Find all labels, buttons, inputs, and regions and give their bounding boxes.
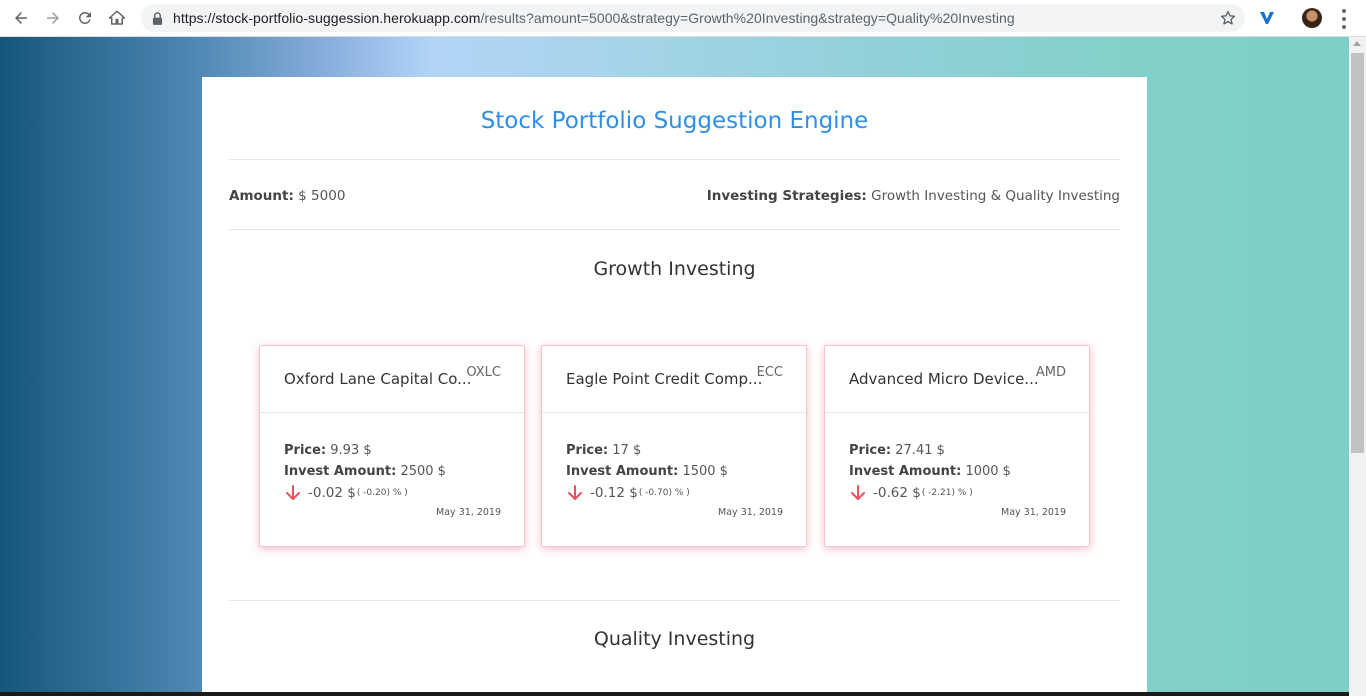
strategies-info: Investing Strategies: Growth Investing &… [707,188,1120,204]
card-header: Advanced Micro Device... AMD [825,346,1089,413]
invest-row: Invest Amount: 1000 $ [849,461,1065,482]
forward-button[interactable] [37,2,69,34]
price-row: Price: 17 $ [566,440,782,461]
invest-label: Invest Amount: [284,464,397,479]
vertical-scrollbar[interactable] [1349,37,1366,696]
card-body: Price: 27.41 $ Invest Amount: 1000 $ -0.… [825,413,1089,518]
change-percent: ( -0.20) % ) [356,488,408,498]
change-value: -0.62 $ [873,485,921,501]
home-button[interactable] [101,2,133,34]
stock-ticker: AMD [1035,365,1066,380]
divider [229,159,1120,160]
divider [229,600,1120,601]
reload-icon [78,11,91,24]
stock-name: Oxford Lane Capital Co... [284,370,472,388]
bookmark-star-icon[interactable] [1219,9,1237,27]
browser-toolbar: https://stock-portfolio-suggession.herok… [0,0,1366,37]
quote-date: May 31, 2019 [436,507,501,518]
address-bar[interactable]: https://stock-portfolio-suggession.herok… [141,4,1245,32]
strategies-label: Investing Strategies: [706,188,867,204]
page-title: Stock Portfolio Suggestion Engine [480,108,869,134]
quote-date: May 31, 2019 [1001,507,1066,518]
invest-value: 2500 $ [400,464,446,479]
amount-info: Amount: $ 5000 [229,188,345,204]
profile-avatar[interactable] [1302,8,1322,28]
invest-value: 1500 $ [682,464,728,479]
card-header: Eagle Point Credit Comp... ECC [542,346,806,413]
strategies-value: Growth Investing & Quality Investing [871,188,1120,204]
more-menu-icon[interactable] [1336,9,1352,29]
extension-v-icon[interactable] [1257,8,1277,28]
stock-name: Eagle Point Credit Comp... [566,370,763,388]
main-container: Stock Portfolio Suggestion Engine Amount… [202,77,1147,696]
change-value: -0.02 $ [308,485,356,501]
change-percent: ( -2.21) % ) [921,488,973,498]
page-viewport: Stock Portfolio Suggestion Engine Amount… [0,37,1349,696]
price-label: Price: [566,443,609,458]
amount-value: $ 5000 [298,188,346,204]
price-value: 17 $ [612,443,642,458]
stock-card: Advanced Micro Device... AMD Price: 27.4… [824,345,1090,547]
amount-label: Amount: [229,188,294,204]
divider [229,229,1120,230]
change-row: -0.12 $( -0.70) % ) [566,482,782,504]
card-header: Oxford Lane Capital Co... OXLC [260,346,524,413]
invest-value: 1000 $ [965,464,1011,479]
invest-row: Invest Amount: 1500 $ [566,461,782,482]
invest-label: Invest Amount: [849,464,962,479]
arrow-down-icon [286,485,300,500]
back-button[interactable] [5,2,37,34]
card-body: Price: 17 $ Invest Amount: 1500 $ -0.12 … [542,413,806,518]
change-row: -0.62 $( -2.21) % ) [849,482,1065,504]
lock-icon [152,11,164,25]
scroll-up-arrow-icon[interactable] [1353,41,1361,46]
url-path: /results?amount=5000&strategy=Growth%20I… [480,10,1015,26]
price-label: Price: [849,443,892,458]
price-row: Price: 9.93 $ [284,440,500,461]
invest-label: Invest Amount: [566,464,679,479]
price-label: Price: [284,443,327,458]
price-value: 27.41 $ [895,443,945,458]
quote-date: May 31, 2019 [718,507,783,518]
price-row: Price: 27.41 $ [849,440,1065,461]
home-icon [108,10,126,25]
stock-name: Advanced Micro Device... [849,370,1039,388]
url-host: https://stock-portfolio-suggession.herok… [173,10,481,26]
card-body: Price: 9.93 $ Invest Amount: 2500 $ -0.0… [260,413,524,518]
taskbar-edge [0,692,1349,696]
reload-button[interactable] [69,2,101,34]
scrollbar-thumb[interactable] [1351,53,1364,453]
stock-card: Eagle Point Credit Comp... ECC Price: 17… [541,345,807,547]
url-text: https://stock-portfolio-suggession.herok… [173,10,1015,26]
arrow-down-icon [851,485,865,500]
price-value: 9.93 $ [330,443,372,458]
change-row: -0.02 $( -0.20) % ) [284,482,500,504]
stock-ticker: ECC [756,365,783,380]
section-title-growth: Growth Investing [593,258,756,280]
arrow-down-icon [568,485,582,500]
section-title-quality: Quality Investing [593,628,756,650]
stock-card: Oxford Lane Capital Co... OXLC Price: 9.… [259,345,525,547]
stock-ticker: OXLC [466,365,501,380]
arrow-left-icon [15,12,27,24]
arrow-right-icon [47,12,59,24]
change-value: -0.12 $ [590,485,638,501]
change-percent: ( -0.70) % ) [638,488,690,498]
invest-row: Invest Amount: 2500 $ [284,461,500,482]
